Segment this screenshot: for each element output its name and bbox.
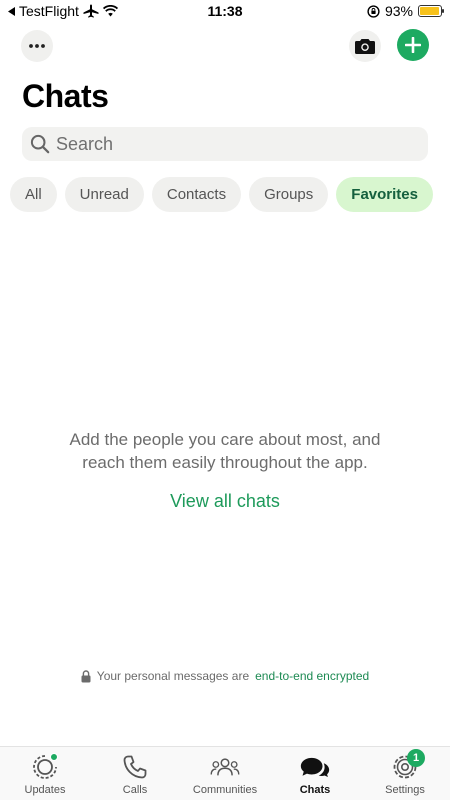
- filter-chip-all[interactable]: All: [10, 177, 57, 212]
- tab-updates[interactable]: Updates: [0, 747, 90, 800]
- top-actions: [0, 29, 450, 64]
- battery-percent: 93%: [384, 3, 413, 19]
- tab-label-chats: Chats: [299, 784, 331, 796]
- rotation-lock-icon: [367, 4, 380, 18]
- tab-label-settings: Settings: [385, 784, 425, 796]
- camera-icon: [355, 39, 375, 54]
- lock-icon: [81, 669, 91, 682]
- status-bar-right: 93%: [367, 3, 444, 19]
- view-all-chats-link[interactable]: View all chats: [0, 491, 450, 512]
- search-icon: [30, 134, 50, 154]
- settings-badge: 1: [407, 749, 425, 767]
- encryption-notice: Your personal messages are end-to-end en…: [0, 669, 450, 683]
- chats-icon: [300, 753, 330, 781]
- search-input[interactable]: [56, 133, 416, 155]
- filter-chip-contacts[interactable]: Contacts: [151, 177, 242, 212]
- tab-label-calls: Calls: [122, 784, 148, 796]
- tab-calls[interactable]: Calls: [90, 747, 180, 800]
- empty-state-message: Add the people you care about most, and …: [69, 430, 381, 472]
- filter-chip-groups[interactable]: Groups: [249, 177, 329, 212]
- bottom-tab-bar: Updates Calls Communities Chats 1 Settin…: [0, 746, 450, 800]
- gear-icon: 1: [390, 749, 425, 781]
- more-options-button[interactable]: [21, 30, 53, 62]
- tab-chats[interactable]: Chats: [270, 747, 360, 800]
- plus-icon: [405, 37, 421, 53]
- ellipsis-icon: [29, 44, 45, 48]
- updates-icon: [30, 753, 60, 781]
- camera-button[interactable]: [349, 30, 381, 62]
- encryption-link[interactable]: end-to-end encrypted: [255, 669, 369, 683]
- tab-label-communities: Communities: [192, 784, 258, 796]
- filter-chips: All Unread Contacts Groups Favorites: [10, 177, 440, 212]
- filter-chip-favorites[interactable]: Favorites: [336, 177, 433, 212]
- updates-dot: [50, 753, 58, 761]
- phone-icon: [120, 753, 150, 781]
- tab-communities[interactable]: Communities: [180, 747, 270, 800]
- new-chat-button[interactable]: [397, 29, 429, 61]
- status-bar: TestFlight 11:38 93%: [0, 0, 450, 24]
- filter-chip-unread[interactable]: Unread: [64, 177, 144, 212]
- page-title: Chats: [22, 78, 109, 114]
- tab-settings[interactable]: 1 Settings: [360, 747, 450, 800]
- battery-level: [420, 7, 439, 15]
- tab-label-updates: Updates: [24, 784, 66, 796]
- encryption-text: Your personal messages are: [96, 669, 250, 683]
- battery-icon: [418, 5, 444, 17]
- communities-icon: [210, 753, 240, 781]
- search-bar[interactable]: [22, 127, 428, 161]
